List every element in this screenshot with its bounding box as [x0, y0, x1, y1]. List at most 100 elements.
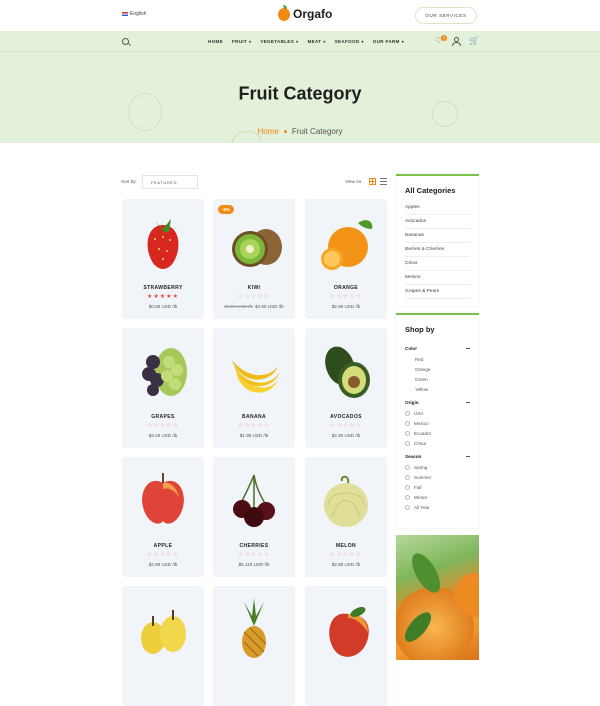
category-link[interactable]: Avocados	[405, 215, 470, 229]
product-image[interactable]	[135, 336, 191, 402]
filter-option[interactable]: All Year	[405, 502, 470, 512]
filter-option[interactable]: Winter	[405, 492, 470, 502]
product-name[interactable]: ORANGE	[305, 285, 387, 291]
category-link[interactable]: Berries & Cherries	[405, 243, 470, 257]
breadcrumb-home-link[interactable]: Home	[257, 127, 278, 136]
radio-icon[interactable]	[405, 464, 410, 470]
filter-option-label: Mexico	[414, 420, 429, 426]
filter-option-label: Green	[415, 376, 428, 382]
radio-icon[interactable]	[405, 410, 410, 416]
product-card[interactable]: STRAWBERRY ★★★★★ $0.89 USD /lb	[122, 199, 204, 319]
category-link[interactable]: Citrus	[405, 257, 470, 271]
product-image[interactable]	[226, 465, 282, 531]
nav-item-our-farm[interactable]: OUR FARM ▾	[373, 39, 404, 44]
product-name[interactable]: KIWI	[213, 285, 295, 291]
grid-view-icon[interactable]	[369, 178, 376, 185]
product-image[interactable]	[318, 336, 374, 402]
collapse-minus-icon[interactable]	[466, 402, 470, 403]
radio-icon[interactable]	[405, 440, 410, 446]
nav-item-meat[interactable]: MEAT ▾	[307, 39, 325, 44]
product-card[interactable]	[305, 586, 387, 706]
product-image[interactable]	[226, 336, 282, 402]
cart-icon[interactable]: 🛒	[469, 37, 479, 45]
nav-item-home[interactable]: HOME	[208, 39, 223, 44]
product-card[interactable]: GRAPES ☆☆☆☆☆ $3.49 USD /lb	[122, 328, 204, 448]
filter-option[interactable]: Green	[405, 374, 470, 384]
flag-icon	[122, 12, 128, 16]
chevron-down-icon: ▾	[296, 39, 299, 44]
list-view-icon[interactable]	[380, 178, 387, 185]
star-rating: ☆☆☆☆☆	[330, 294, 362, 300]
filter-group-header[interactable]: Color	[405, 340, 470, 354]
product-name[interactable]: GRAPES	[122, 414, 204, 420]
filter-option[interactable]: Summer	[405, 472, 470, 482]
sort-select[interactable]: FEATURED	[142, 175, 198, 189]
product-card[interactable]: MELON ☆☆☆☆☆ $2.99 USD /lb	[305, 457, 387, 577]
filter-option[interactable]: Yellow	[405, 384, 470, 394]
filter-group-header[interactable]: Season	[405, 448, 470, 462]
product-image[interactable]	[318, 594, 374, 660]
product-name[interactable]: AVOCADOS	[305, 414, 387, 420]
product-card[interactable]: APPLE ☆☆☆☆☆ $2.99 USD /lb	[122, 457, 204, 577]
collapse-minus-icon[interactable]	[466, 456, 470, 457]
category-link[interactable]: Grapes & Pears	[405, 285, 470, 299]
product-card[interactable]	[213, 586, 295, 706]
filter-option[interactable]: Red	[405, 354, 470, 364]
radio-icon[interactable]	[405, 474, 410, 480]
wishlist-heart-icon[interactable]: ♡ 0	[435, 35, 448, 45]
radio-icon[interactable]	[405, 504, 410, 510]
product-name[interactable]: CHERRIES	[213, 543, 295, 549]
filter-group-label: Origin	[405, 400, 419, 405]
nav-item-seafood[interactable]: SEAFOOD ▾	[335, 39, 364, 44]
filter-option[interactable]: USA	[405, 408, 470, 418]
product-name[interactable]: MELON	[305, 543, 387, 549]
star-rating: ☆☆☆☆☆	[330, 423, 362, 429]
nav-item-label: SEAFOOD	[334, 39, 360, 44]
product-card[interactable]: ORANGE ☆☆☆☆☆ $2.99 USD /lb	[305, 199, 387, 319]
product-name[interactable]: APPLE	[122, 543, 204, 549]
product-image[interactable]	[135, 465, 191, 531]
product-image[interactable]	[226, 207, 282, 273]
radio-icon[interactable]	[405, 430, 410, 436]
filter-group-header[interactable]: Origin	[405, 394, 470, 408]
collapse-minus-icon[interactable]	[466, 348, 470, 349]
filter-option[interactable]: Mexico	[405, 418, 470, 428]
product-card[interactable]	[122, 586, 204, 706]
filter-option[interactable]: China	[405, 438, 470, 448]
filter-option[interactable]: Fall	[405, 482, 470, 492]
logo-text: Orgafo	[293, 7, 333, 21]
filter-option-label: China	[414, 440, 427, 446]
product-card[interactable]: CHERRIES ☆☆☆☆☆ $5.119 USD /lb	[213, 457, 295, 577]
product-name[interactable]: STRAWBERRY	[122, 285, 204, 291]
search-icon[interactable]	[122, 38, 129, 45]
nav-item-fruit[interactable]: FRUIT ▾	[232, 39, 251, 44]
logo[interactable]: Orgafo	[278, 4, 333, 21]
product-image[interactable]	[226, 594, 282, 660]
radio-icon[interactable]	[405, 484, 410, 490]
breadcrumb: Home Fruit Category	[0, 127, 600, 136]
language-selector[interactable]: English	[122, 11, 146, 17]
our-services-button[interactable]: OUR SERVICES	[415, 7, 477, 24]
top-bar: English Orgafo OUR SERVICES	[0, 0, 600, 31]
product-card[interactable]: -5% KIWI ☆☆☆☆☆ $5.29 USD /lb $4.99 USD /lb	[213, 199, 295, 319]
filter-option-label: Red	[415, 356, 424, 362]
promo-orange-image[interactable]	[396, 535, 479, 660]
category-link[interactable]: Melons	[405, 271, 470, 285]
category-link[interactable]: Bananas	[405, 229, 470, 243]
product-price: $2.49 USD /lb	[305, 433, 387, 438]
radio-icon[interactable]	[405, 494, 410, 500]
product-image[interactable]	[135, 594, 191, 660]
product-image[interactable]	[318, 207, 374, 273]
radio-icon[interactable]	[405, 420, 410, 426]
user-icon[interactable]	[452, 37, 462, 46]
nav-item-vegetables[interactable]: VEGETABLES ▾	[260, 39, 298, 44]
product-image[interactable]	[135, 207, 191, 273]
category-link[interactable]: Apples	[405, 201, 470, 215]
product-image[interactable]	[318, 465, 374, 531]
product-card[interactable]: AVOCADOS ☆☆☆☆☆ $2.49 USD /lb	[305, 328, 387, 448]
filter-option[interactable]: Ecuador	[405, 428, 470, 438]
product-name[interactable]: BANANA	[213, 414, 295, 420]
product-card[interactable]: BANANA ☆☆☆☆☆ $1.99 USD /lb	[213, 328, 295, 448]
filter-option[interactable]: Orange	[405, 364, 470, 374]
filter-option[interactable]: Spring	[405, 462, 470, 472]
